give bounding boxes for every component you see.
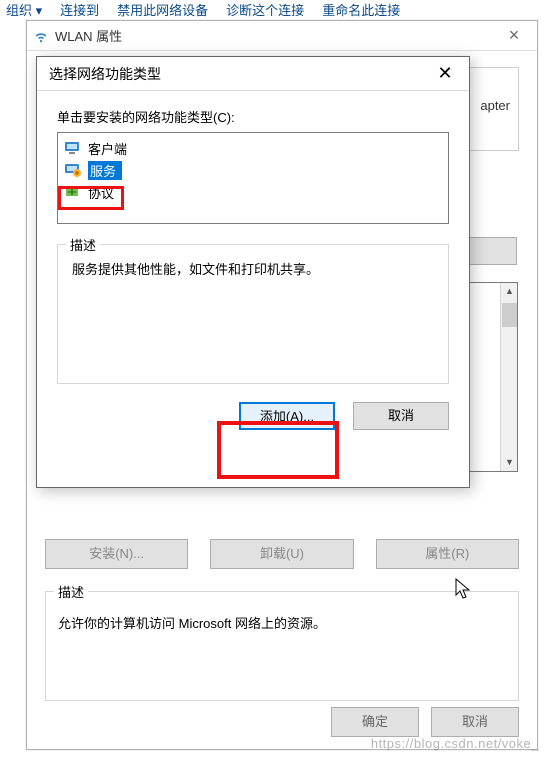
install-button[interactable]: 安装(N)... xyxy=(45,539,188,569)
type-item-protocol[interactable]: 协议 xyxy=(60,181,446,203)
type-description-legend: 描述 xyxy=(66,235,100,254)
type-item-service[interactable]: 服务 xyxy=(60,159,446,181)
ok-button[interactable]: 确定 xyxy=(331,707,419,737)
protocol-icon xyxy=(64,184,82,200)
adapter-fragment: apter xyxy=(480,98,510,113)
type-prompt: 单击要安装的网络功能类型(C): xyxy=(57,107,449,126)
type-item-label: 协议 xyxy=(88,183,114,202)
wlan-close-button[interactable]: × xyxy=(499,25,529,46)
select-feature-type-dialog: 选择网络功能类型 ✕ 单击要安装的网络功能类型(C): 客户端 服务 xyxy=(36,56,470,488)
wifi-icon xyxy=(33,28,49,44)
type-description-group: 描述 服务提供其他性能，如文件和打印机共享。 xyxy=(57,244,449,384)
type-close-button[interactable]: ✕ xyxy=(431,63,459,84)
scroll-up-icon[interactable]: ▲ xyxy=(502,283,517,300)
add-button[interactable]: 添加(A)... xyxy=(239,402,335,430)
type-titlebar: 选择网络功能类型 ✕ xyxy=(37,57,469,91)
scroll-down-icon[interactable]: ▼ xyxy=(502,454,517,471)
type-listbox[interactable]: 客户端 服务 协议 xyxy=(57,132,449,224)
cancel-button[interactable]: 取消 xyxy=(431,707,519,737)
uninstall-button[interactable]: 卸载(U) xyxy=(210,539,353,569)
service-icon xyxy=(64,162,82,178)
wlan-titlebar: WLAN 属性 × xyxy=(27,21,537,51)
type-description-text: 服务提供其他性能，如文件和打印机共享。 xyxy=(58,245,448,278)
scrollbar[interactable]: ▲ ▼ xyxy=(500,283,517,471)
type-cancel-button[interactable]: 取消 xyxy=(353,402,449,430)
wlan-description-text: 允许你的计算机访问 Microsoft 网络上的资源。 xyxy=(46,611,518,632)
toolbar-diagnose[interactable]: 诊断这个连接 xyxy=(226,0,304,22)
toolbar-rename[interactable]: 重命名此连接 xyxy=(322,0,400,22)
wlan-description-group: 描述 允许你的计算机访问 Microsoft 网络上的资源。 xyxy=(45,591,519,701)
properties-button[interactable]: 属性(R) xyxy=(376,539,519,569)
client-icon xyxy=(64,140,82,156)
wlan-title-text: WLAN 属性 xyxy=(55,26,122,45)
type-title: 选择网络功能类型 xyxy=(49,64,161,84)
wlan-description-legend: 描述 xyxy=(54,585,88,600)
type-item-client[interactable]: 客户端 xyxy=(60,137,446,159)
toolbar-org[interactable]: 组织 ▾ xyxy=(6,0,42,22)
type-item-label: 服务 xyxy=(88,161,122,180)
toolbar-disable[interactable]: 禁用此网络设备 xyxy=(117,0,208,22)
explorer-toolbar: 组织 ▾ 连接到 禁用此网络设备 诊断这个连接 重命名此连接 xyxy=(0,0,549,22)
type-item-label: 客户端 xyxy=(88,139,127,158)
scroll-thumb[interactable] xyxy=(502,303,517,327)
toolbar-connect[interactable]: 连接到 xyxy=(60,0,99,22)
